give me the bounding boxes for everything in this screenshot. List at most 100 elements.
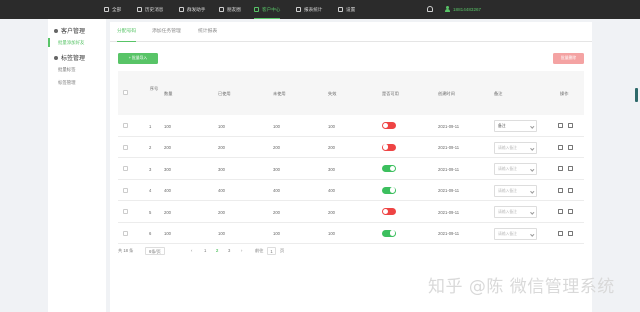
chevron-down-icon bbox=[529, 210, 534, 215]
note-select[interactable]: 请输入备注 bbox=[494, 227, 537, 240]
sidebar-item-batch-tags[interactable]: 批量标签 bbox=[58, 67, 76, 73]
note-select[interactable]: 请输入备注 bbox=[494, 206, 537, 218]
cell-used: 200 bbox=[218, 209, 225, 215]
toggle-knob bbox=[382, 122, 389, 129]
cell-total: 100 bbox=[164, 123, 171, 129]
note-select[interactable]: 请输入备注 bbox=[494, 163, 537, 175]
note-select[interactable]: 请输入备注 bbox=[494, 184, 537, 197]
sidebar-item-tag-manage[interactable]: 标签管理 bbox=[58, 80, 76, 86]
cell-total: 100 bbox=[164, 231, 171, 236]
row-checkbox[interactable] bbox=[123, 230, 128, 236]
account-icon[interactable] bbox=[444, 6, 450, 12]
edit-icon[interactable] bbox=[558, 209, 563, 214]
row-checkbox[interactable] bbox=[123, 166, 128, 171]
nav-item-history[interactable]: 历史消息 bbox=[137, 0, 163, 19]
row-checkbox[interactable] bbox=[123, 187, 128, 193]
row-checkbox[interactable] bbox=[123, 144, 128, 150]
enabled-toggle[interactable] bbox=[382, 143, 396, 151]
cell-invalid: 300 bbox=[328, 166, 335, 172]
nav-item-mass-send[interactable]: 群发助手 bbox=[179, 0, 205, 19]
active-indicator bbox=[48, 38, 50, 47]
send-icon bbox=[179, 7, 184, 12]
page-size-select[interactable]: 6条/页 bbox=[145, 247, 165, 255]
tab-bar: 分配号码 添加任务管理 统计报表 bbox=[110, 22, 592, 42]
enabled-toggle[interactable] bbox=[382, 229, 396, 237]
next-page-button[interactable]: › bbox=[241, 246, 242, 256]
toggle-knob bbox=[389, 165, 396, 172]
batch-import-button[interactable]: + 批量导入 bbox=[118, 53, 158, 64]
table-row: 1 100 100 100 100 2021-09-11 备注 bbox=[118, 115, 584, 137]
enabled-toggle[interactable] bbox=[382, 208, 396, 215]
goto-page-input[interactable]: 1 bbox=[267, 247, 276, 255]
toggle-knob bbox=[382, 208, 389, 215]
enabled-toggle[interactable] bbox=[382, 122, 396, 129]
top-navbar: 全部 历史消息 群发助手 朋友圈 客户中心 报表统计 设置 1881448326… bbox=[0, 0, 640, 19]
page-1-button[interactable]: 1 bbox=[204, 246, 206, 256]
home-icon bbox=[104, 7, 109, 12]
cell-index: 4 bbox=[149, 188, 152, 193]
sidebar-group-customer[interactable]: 客户管理 bbox=[54, 26, 85, 35]
delete-icon[interactable] bbox=[568, 187, 573, 193]
nav-item-home[interactable]: 全部 bbox=[104, 0, 121, 19]
table-row: 6 100 100 100 100 2021-09-11 请输入备注 bbox=[118, 223, 584, 244]
edit-icon[interactable] bbox=[558, 187, 563, 193]
toggle-knob bbox=[389, 230, 396, 236]
user-phone[interactable]: 18814483267 bbox=[453, 0, 481, 19]
note-text: 备注 bbox=[498, 124, 506, 128]
goto-label: 前往 bbox=[255, 248, 264, 253]
sidebar-group-tags[interactable]: 标签管理 bbox=[54, 53, 85, 62]
cell-unused: 300 bbox=[273, 166, 280, 172]
page-3-button[interactable]: 3 bbox=[228, 246, 230, 256]
tag-icon bbox=[54, 55, 58, 60]
tab-statistics[interactable]: 统计报表 bbox=[198, 22, 217, 42]
delete-icon[interactable] bbox=[568, 166, 573, 171]
scrollbar-handle[interactable] bbox=[635, 88, 638, 102]
select-all-checkbox[interactable] bbox=[123, 90, 128, 95]
edit-icon[interactable] bbox=[558, 230, 563, 236]
delete-icon[interactable] bbox=[568, 144, 573, 150]
col-header-actions: 操作 bbox=[560, 91, 569, 96]
chevron-down-icon bbox=[529, 145, 534, 150]
chevron-down-icon bbox=[529, 231, 534, 236]
message-icon bbox=[137, 7, 142, 12]
sidebar-item-batch-add-friends[interactable]: 批量添加好友 bbox=[58, 40, 84, 46]
cell-invalid: 400 bbox=[328, 188, 335, 193]
row-checkbox[interactable] bbox=[123, 209, 128, 214]
cell-used: 300 bbox=[218, 166, 225, 172]
nav-item-customer-center[interactable]: 客户中心 bbox=[254, 0, 281, 19]
nav-item-moments[interactable]: 朋友圈 bbox=[219, 0, 241, 19]
edit-icon[interactable] bbox=[558, 166, 563, 171]
table-row: 5 200 200 200 200 2021-09-11 请输入备注 bbox=[118, 201, 584, 223]
delete-icon[interactable] bbox=[568, 230, 573, 236]
goto-suffix: 页 bbox=[280, 248, 285, 253]
enabled-toggle[interactable] bbox=[382, 186, 396, 194]
note-select[interactable]: 请输入备注 bbox=[494, 141, 537, 154]
cell-unused: 100 bbox=[273, 123, 280, 129]
enabled-toggle[interactable] bbox=[382, 165, 396, 172]
cell-total: 200 bbox=[164, 209, 171, 215]
note-select[interactable]: 备注 bbox=[494, 120, 537, 132]
cell-unused: 400 bbox=[273, 188, 280, 193]
cell-invalid: 200 bbox=[328, 209, 335, 215]
bell-icon[interactable] bbox=[427, 6, 433, 12]
zhihu-watermark: 知乎 @陈 微信管理系统 bbox=[428, 277, 615, 297]
col-header-note: 备注 bbox=[494, 91, 503, 96]
cell-unused: 200 bbox=[273, 209, 280, 215]
row-checkbox[interactable] bbox=[123, 123, 128, 128]
nav-item-reports[interactable]: 报表统计 bbox=[296, 0, 322, 19]
edit-icon[interactable] bbox=[558, 144, 563, 150]
col-header-invalid: 失效 bbox=[328, 91, 337, 96]
tab-assign-numbers[interactable]: 分配号码 bbox=[117, 22, 137, 42]
page-2-button[interactable]: 2 bbox=[216, 246, 218, 256]
nav-item-settings[interactable]: 设置 bbox=[338, 0, 355, 19]
delete-icon[interactable] bbox=[568, 123, 573, 128]
note-text: 请输入备注 bbox=[498, 231, 517, 236]
prev-page-button[interactable]: ‹ bbox=[191, 246, 192, 256]
delete-icon[interactable] bbox=[568, 209, 573, 214]
col-header-unused: 未使用 bbox=[273, 91, 286, 96]
edit-icon[interactable] bbox=[558, 123, 563, 128]
cell-index: 1 bbox=[149, 123, 152, 129]
tab-task-manage[interactable]: 添加任务管理 bbox=[152, 22, 181, 42]
batch-delete-button[interactable]: 批量删除 bbox=[553, 53, 584, 64]
cell-total: 400 bbox=[164, 188, 171, 193]
